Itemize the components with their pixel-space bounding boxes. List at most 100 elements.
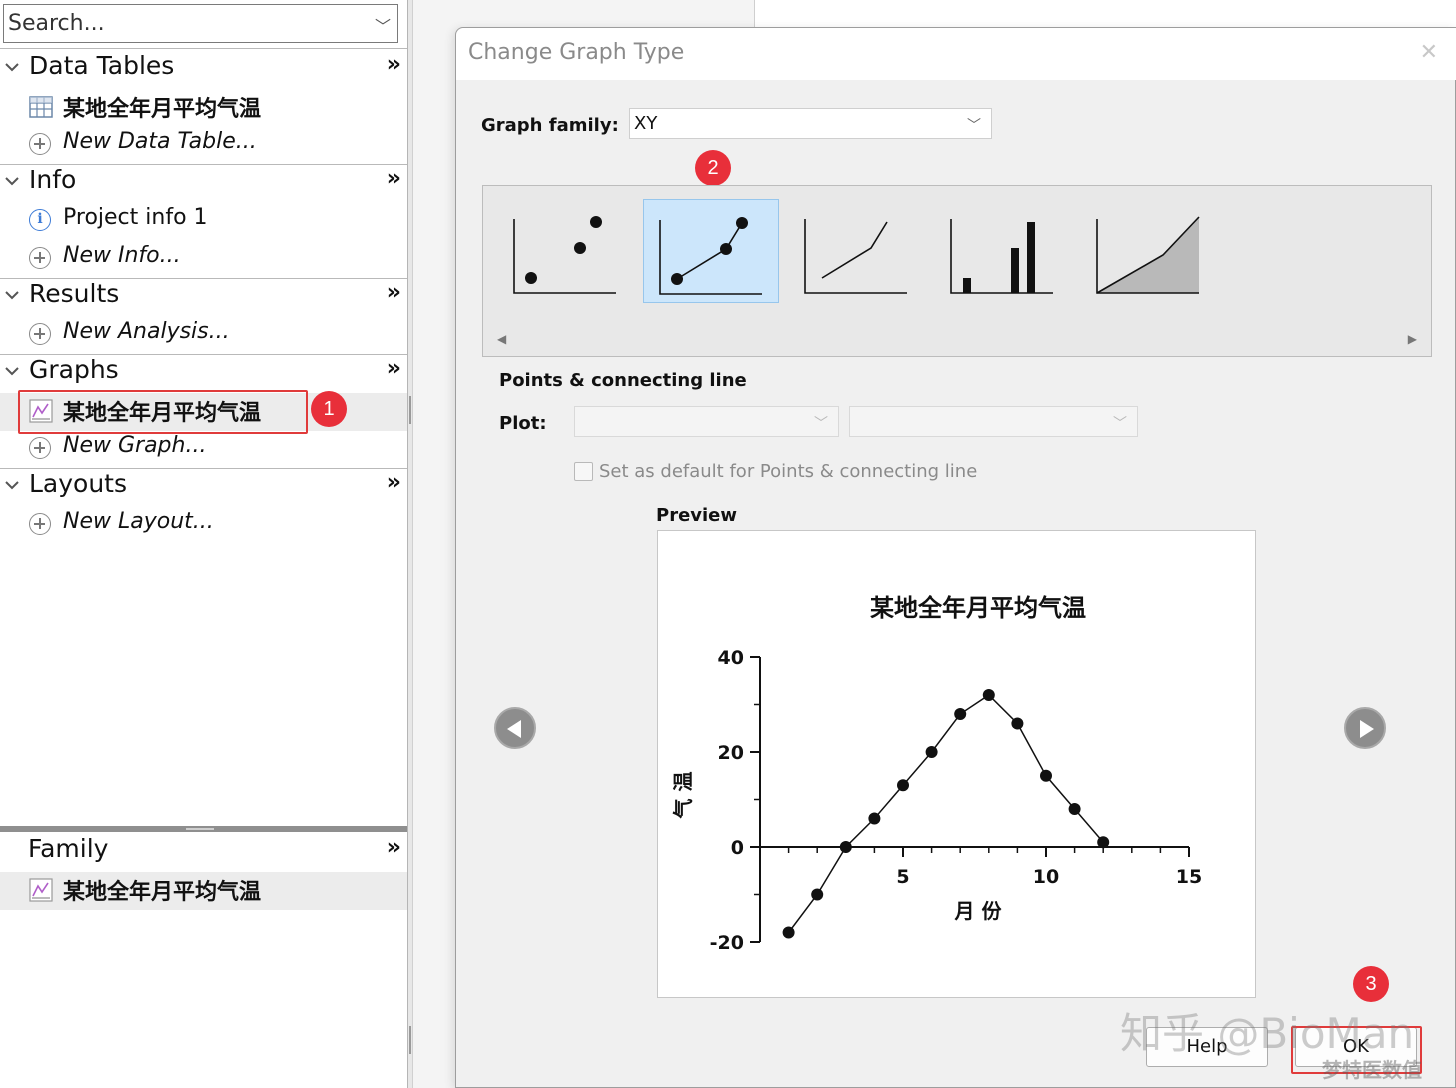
y-axis-label: 气 温 xyxy=(671,772,695,820)
data-point xyxy=(839,841,852,853)
x-tick-label: 5 xyxy=(896,866,909,888)
graph-type-points-and-line[interactable] xyxy=(643,199,779,303)
new-graph-item[interactable]: New Graph... xyxy=(0,431,407,469)
change-graph-type-dialog: Change Graph Type ✕ Graph family: XY ﹀ 2 xyxy=(455,27,1456,1088)
scroll-right-arrow-icon[interactable]: ▶ xyxy=(1408,332,1417,346)
project-navigator: ﹀ Data Tables » 某地全年月平均气温 New Data Table… xyxy=(0,0,407,1088)
section-results[interactable]: Results » xyxy=(0,278,407,314)
graph-family-value: XY xyxy=(634,113,658,134)
new-analysis-item[interactable]: New Analysis... xyxy=(0,317,407,355)
data-table-item[interactable]: 某地全年月平均气温 xyxy=(0,89,407,127)
section-title: Data Tables xyxy=(29,51,175,80)
plus-circle-icon xyxy=(29,513,51,535)
plus-circle-icon xyxy=(29,437,51,459)
chevron-down-icon[interactable] xyxy=(3,362,21,380)
new-layout-label: New Layout... xyxy=(63,509,214,534)
graph-type-spikes[interactable] xyxy=(935,199,1071,303)
chevron-down-icon[interactable] xyxy=(3,286,21,304)
section-graphs[interactable]: Graphs » xyxy=(0,354,407,390)
graph-family-select[interactable]: XY ﹀ xyxy=(629,108,992,139)
family-graph-item[interactable]: 某地全年月平均气温 xyxy=(0,872,407,910)
section-layouts[interactable]: Layouts » xyxy=(0,468,407,504)
x-axis-label: 月 份 xyxy=(954,899,1003,923)
new-data-table-item[interactable]: New Data Table... xyxy=(0,127,407,165)
previous-preview-button[interactable] xyxy=(494,707,536,749)
next-preview-button[interactable] xyxy=(1344,707,1386,749)
data-point xyxy=(1011,717,1024,730)
workspace-sheet xyxy=(754,0,1456,30)
data-point xyxy=(868,812,881,825)
scroll-left-arrow-icon[interactable]: ◀ xyxy=(497,332,506,346)
plot-select-2[interactable]: ﹀ xyxy=(849,406,1138,437)
new-info-item[interactable]: New Info... xyxy=(0,241,407,279)
dialog-title: Change Graph Type xyxy=(468,40,685,65)
section-info[interactable]: Info » xyxy=(0,164,407,200)
close-icon[interactable]: ✕ xyxy=(1420,40,1438,65)
series-line xyxy=(788,694,1104,933)
search-input[interactable] xyxy=(4,5,364,42)
chart-title: 某地全年月平均气温 xyxy=(870,594,1086,622)
area-icon xyxy=(1096,216,1200,294)
section-data-tables[interactable]: Data Tables » xyxy=(0,50,407,86)
new-layout-item[interactable]: New Layout... xyxy=(0,507,407,545)
y-tick-label: 40 xyxy=(718,647,744,669)
chevron-down-icon[interactable]: ﹀ xyxy=(375,13,391,37)
new-data-table-label: New Data Table... xyxy=(63,129,257,154)
annotation-box xyxy=(18,390,308,434)
data-point xyxy=(782,926,795,939)
chevron-down-icon: ﹀ xyxy=(1113,416,1127,432)
plus-circle-icon xyxy=(29,323,51,345)
watermark-text: 知乎 @BioMan xyxy=(1120,1009,1415,1058)
expand-more-icon[interactable]: » xyxy=(387,166,401,191)
divider xyxy=(0,48,407,49)
section-family[interactable]: Family » xyxy=(0,833,407,869)
line-only-icon xyxy=(804,219,907,294)
plus-circle-icon xyxy=(29,247,51,269)
y-tick-label: 20 xyxy=(718,742,744,764)
preview-chart: 某地全年月平均气温 -20 0 20 40 5 10 15 月 份 气 温 xyxy=(671,594,1202,954)
selected-type-heading: Points & connecting line xyxy=(499,370,747,391)
new-analysis-label: New Analysis... xyxy=(63,319,230,344)
expand-more-icon[interactable]: » xyxy=(387,280,401,305)
chevron-down-icon[interactable] xyxy=(3,172,21,190)
plot-select-1[interactable]: ﹀ xyxy=(574,406,839,437)
panel-splitter[interactable] xyxy=(0,826,407,832)
preview-label: Preview xyxy=(656,505,738,526)
data-point xyxy=(1097,836,1110,849)
project-info-item[interactable]: i Project info 1 xyxy=(0,203,407,241)
section-title: Family xyxy=(28,834,109,863)
section-title: Graphs xyxy=(29,355,119,384)
expand-more-icon[interactable]: » xyxy=(387,52,401,77)
data-table-label: 某地全年月平均气温 xyxy=(63,97,262,122)
chevron-down-icon[interactable] xyxy=(3,476,21,494)
y-tick-label: 0 xyxy=(731,837,744,859)
project-info-label: Project info 1 xyxy=(63,205,208,230)
graph-icon xyxy=(29,878,53,902)
new-graph-label: New Graph... xyxy=(63,433,207,458)
data-point xyxy=(811,888,824,901)
chevron-down-icon: ﹀ xyxy=(814,416,828,432)
annotation-badge: 1 xyxy=(311,391,347,427)
data-point xyxy=(925,746,938,758)
expand-more-icon[interactable]: » xyxy=(387,835,401,860)
chevron-down-icon[interactable] xyxy=(3,58,21,76)
x-tick-label: 15 xyxy=(1176,866,1202,888)
search-box[interactable]: ﹀ xyxy=(3,4,398,43)
table-icon xyxy=(29,96,53,118)
graph-type-area[interactable] xyxy=(1081,199,1217,303)
grip xyxy=(409,396,411,424)
grip xyxy=(409,1026,411,1054)
graph-family-label: Graph family: xyxy=(481,115,619,136)
expand-more-icon[interactable]: » xyxy=(387,356,401,381)
graph-type-points-only[interactable] xyxy=(498,199,634,303)
data-point xyxy=(982,689,995,701)
data-point xyxy=(1040,769,1052,782)
graph-type-line-only[interactable] xyxy=(789,199,925,303)
section-title: Info xyxy=(29,165,77,194)
data-point xyxy=(897,779,909,792)
arrow-right-icon xyxy=(1360,720,1374,738)
expand-more-icon[interactable]: » xyxy=(387,470,401,495)
set-default-checkbox[interactable] xyxy=(574,462,593,481)
points-and-line-icon xyxy=(659,217,762,295)
family-graph-label: 某地全年月平均气温 xyxy=(63,880,262,905)
